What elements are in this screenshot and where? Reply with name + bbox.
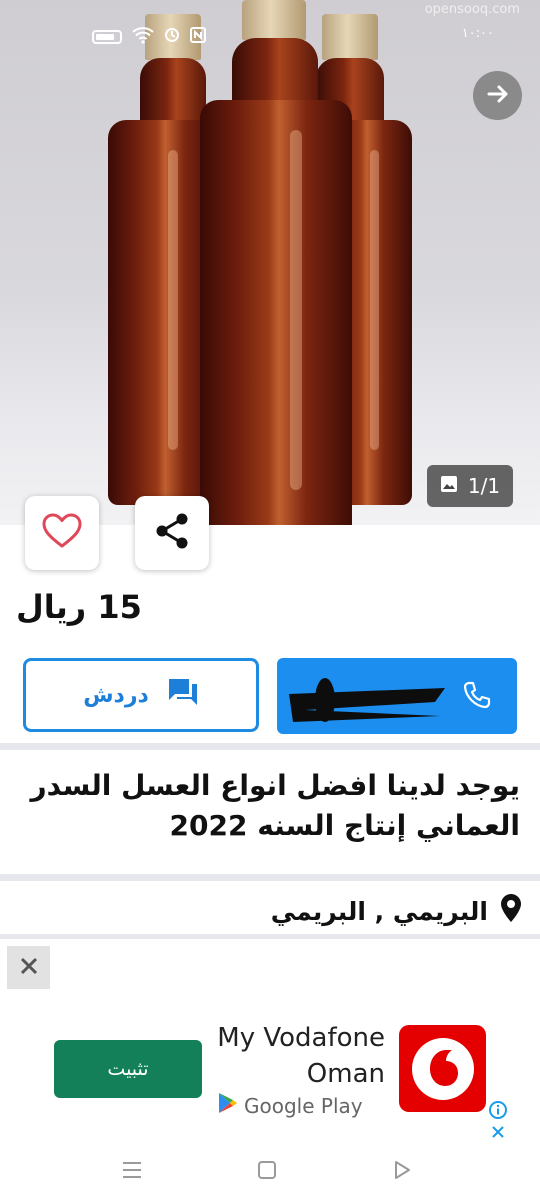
divider — [0, 874, 540, 881]
listing-title: يوجد لدينا افضل انواع العسل السدر العمان… — [30, 769, 520, 842]
vodafone-logo[interactable] — [399, 1025, 486, 1112]
chat-icon — [167, 677, 199, 713]
chat-label: دردش — [83, 682, 149, 708]
call-button[interactable] — [277, 658, 517, 734]
chat-button[interactable]: دردش — [23, 658, 259, 732]
wifi-icon — [132, 26, 154, 48]
battery-icon — [92, 30, 122, 44]
menu-icon[interactable] — [118, 1156, 146, 1184]
photo-counter-text: 1/1 — [467, 474, 501, 498]
ad-app-name-line1: My Vodafone — [217, 1023, 385, 1053]
divider — [0, 743, 540, 750]
google-play-label: Google Play — [244, 1093, 363, 1118]
ad-app-name: My Vodafone Oman — [210, 1020, 385, 1092]
nfc-icon — [190, 27, 206, 47]
close-icon — [20, 957, 38, 979]
share-button[interactable] — [135, 496, 209, 570]
status-time: ١٠:٠٠ — [461, 26, 494, 41]
arrow-right-icon — [484, 80, 512, 112]
listing-photo[interactable] — [0, 0, 540, 525]
image-icon — [440, 474, 458, 498]
google-play-icon — [218, 1092, 238, 1119]
location-pin-icon — [500, 893, 522, 929]
share-icon — [153, 512, 191, 554]
info-icon[interactable] — [488, 1100, 508, 1124]
listing-price: 15 ريال — [16, 588, 142, 626]
ad-close-button[interactable] — [7, 946, 50, 989]
divider — [0, 934, 540, 939]
redacted-number — [285, 676, 455, 722]
next-photo-button[interactable] — [473, 71, 522, 120]
heart-icon — [42, 513, 82, 553]
favorite-button[interactable] — [25, 496, 99, 570]
ad-app-name-line2: Oman — [306, 1059, 385, 1089]
location-text: البريمي , البريمي — [270, 896, 488, 926]
photo-counter: 1/1 — [427, 465, 513, 507]
phone-icon — [462, 680, 492, 714]
alarm-icon — [164, 27, 180, 47]
system-nav-bar — [0, 1140, 540, 1200]
google-play-badge[interactable]: Google Play — [218, 1092, 363, 1119]
back-icon[interactable] — [388, 1156, 416, 1184]
install-button[interactable]: تثبيت — [54, 1040, 202, 1098]
watermark: opensooq.com — [424, 2, 520, 17]
home-icon[interactable] — [253, 1156, 281, 1184]
listing-location[interactable]: البريمي , البريمي — [271, 893, 522, 929]
status-icons — [92, 26, 206, 48]
